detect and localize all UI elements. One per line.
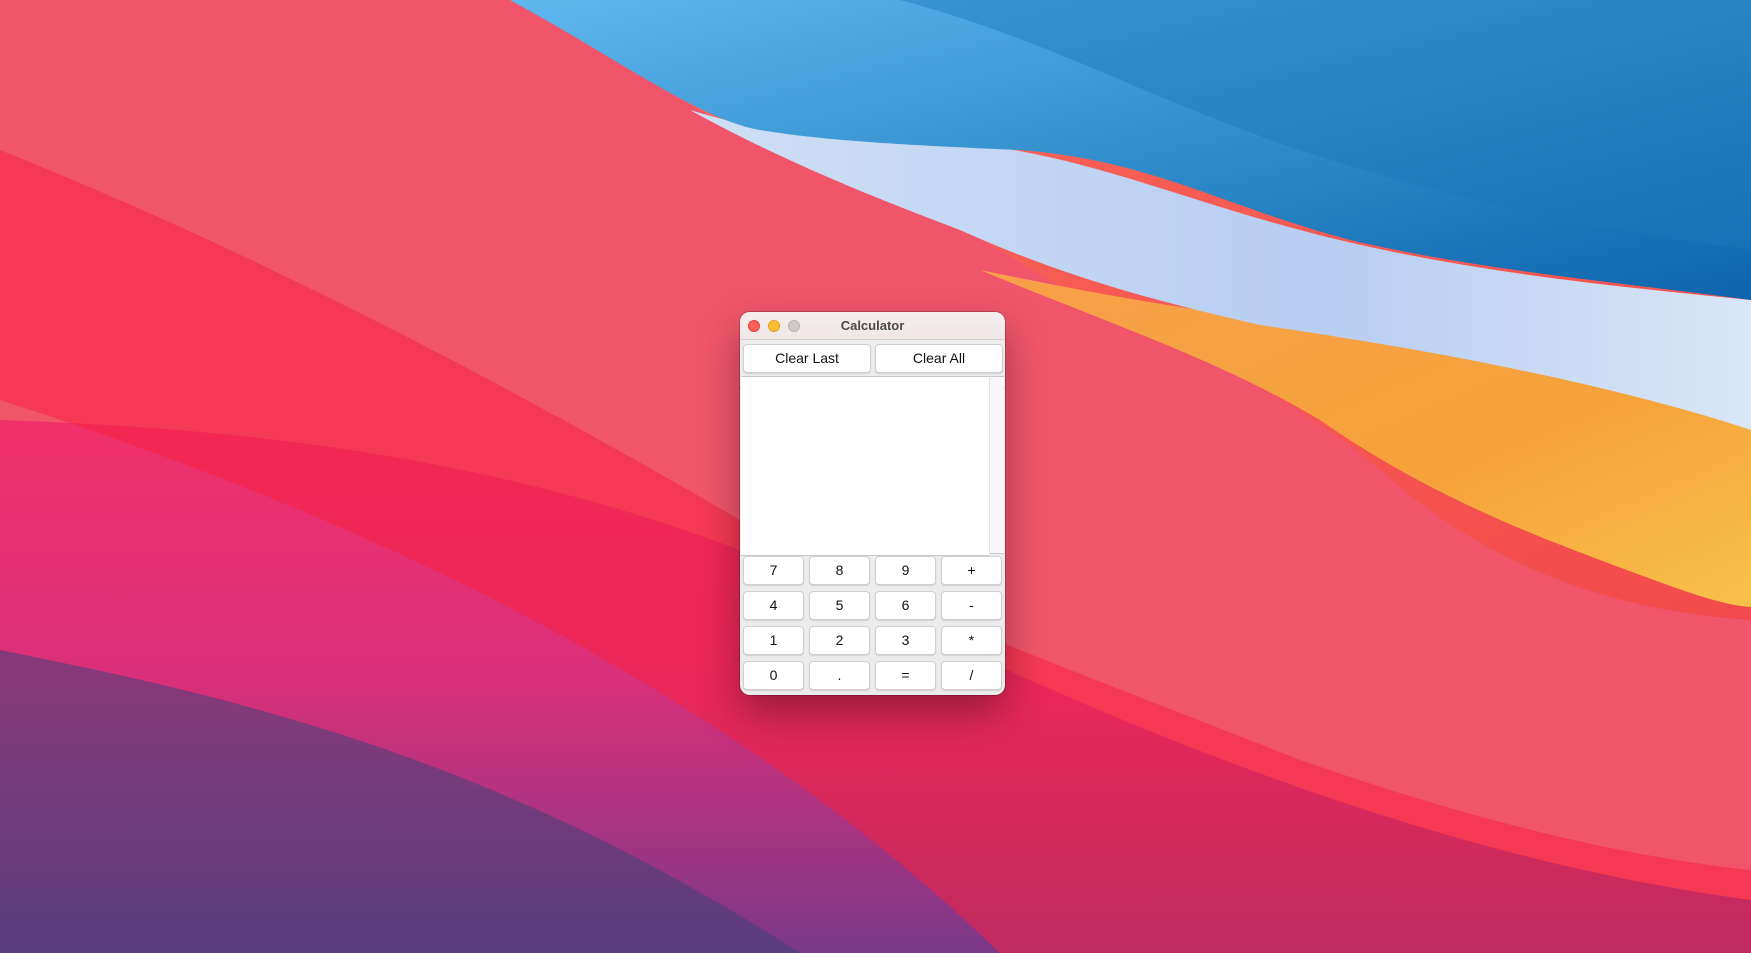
display-area[interactable] — [741, 376, 989, 556]
key-multiply[interactable]: * — [941, 626, 1002, 655]
key-decimal[interactable]: . — [809, 661, 870, 690]
window-title: Calculator — [840, 318, 905, 333]
key-6[interactable]: 6 — [875, 591, 936, 620]
keypad: 7 8 9 + 4 5 6 - 1 2 3 * 0 . = / — [740, 556, 1005, 695]
key-9[interactable]: 9 — [875, 556, 936, 585]
key-equals[interactable]: = — [875, 661, 936, 690]
key-2[interactable]: 2 — [809, 626, 870, 655]
key-minus[interactable]: - — [941, 591, 1002, 620]
key-plus[interactable]: + — [941, 556, 1002, 585]
title-bar[interactable]: Calculator — [740, 312, 1005, 340]
key-0[interactable]: 0 — [743, 661, 804, 690]
key-7[interactable]: 7 — [743, 556, 804, 585]
key-1[interactable]: 1 — [743, 626, 804, 655]
display-scrollbar[interactable] — [989, 376, 1004, 554]
clear-last-button[interactable]: Clear Last — [743, 344, 871, 373]
clear-all-button[interactable]: Clear All — [875, 344, 1003, 373]
key-3[interactable]: 3 — [875, 626, 936, 655]
calculator-window: Calculator Clear Last Clear All 7 8 9 + … — [740, 312, 1005, 695]
key-5[interactable]: 5 — [809, 591, 870, 620]
key-divide[interactable]: / — [941, 661, 1002, 690]
key-8[interactable]: 8 — [809, 556, 870, 585]
key-4[interactable]: 4 — [743, 591, 804, 620]
